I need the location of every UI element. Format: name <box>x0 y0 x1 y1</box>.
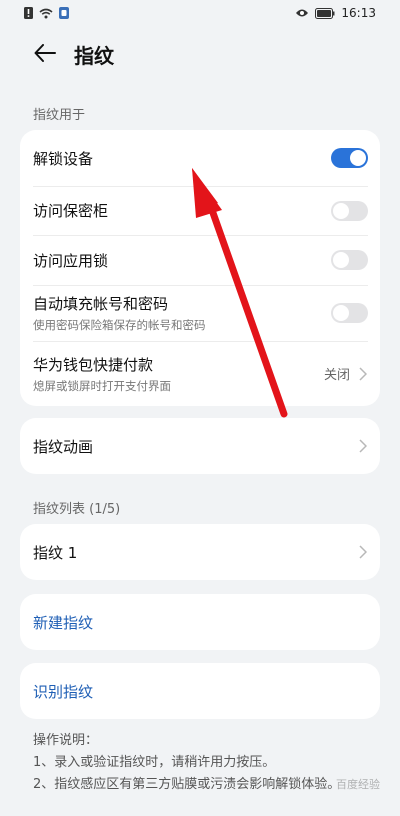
watermark: 百度经验 <box>336 778 380 791</box>
identify-fingerprint-card: 识别指纹 <box>20 663 380 719</box>
row-title: 访问应用锁 <box>33 251 109 270</box>
new-fingerprint-card: 新建指纹 <box>20 594 380 650</box>
row-text: 访问应用锁 <box>33 250 331 271</box>
instructions: 操作说明： 1、录入或验证指纹时，请稍许用力按压。 2、指纹感应区有第三方贴膜或… <box>33 730 383 796</box>
row-text: 华为钱包快捷付款 熄屏或锁屏时打开支付界面 <box>33 354 324 394</box>
row-title: 访问保密柜 <box>33 202 109 220</box>
section-label-list: 指纹列表 (1/5) <box>33 502 121 517</box>
new-fingerprint-label: 新建指纹 <box>33 613 94 632</box>
row-fingerprint-1[interactable]: 指纹 1 <box>20 524 380 580</box>
back-button[interactable] <box>30 38 60 68</box>
page-title: 指纹 <box>74 44 114 68</box>
row-title: 自动填充帐号和密码 <box>33 295 169 313</box>
row-text: 访问保密柜 <box>33 200 331 221</box>
status-time: 16:13 <box>341 6 376 20</box>
new-fingerprint-button[interactable]: 新建指纹 <box>20 594 380 650</box>
row-text: 指纹 1 <box>33 542 358 563</box>
toggle-knob <box>333 252 349 268</box>
instructions-heading: 操作说明： <box>33 733 99 748</box>
row-access-safe[interactable]: 访问保密柜 <box>20 186 380 235</box>
row-autofill[interactable]: 自动填充帐号和密码 使用密码保险箱保存的帐号和密码 <box>20 285 380 341</box>
battery-icon <box>315 7 335 19</box>
row-title: 指纹动画 <box>33 437 94 456</box>
instructions-line-2: 2、指纹感应区有第三方贴膜或污渍会影响解锁体验。 <box>33 777 341 792</box>
fingerprint-animation-card: 指纹动画 <box>20 418 380 474</box>
row-title: 指纹 1 <box>33 543 78 562</box>
status-bar: 16:13 <box>0 0 400 26</box>
toggle-knob <box>333 202 349 219</box>
alert-icon <box>24 7 33 19</box>
autofill-toggle[interactable] <box>331 303 368 323</box>
back-arrow-icon <box>34 44 56 62</box>
status-bar-left <box>24 7 69 19</box>
row-title: 华为钱包快捷付款 <box>33 355 154 374</box>
identify-fingerprint-button[interactable]: 识别指纹 <box>20 663 380 719</box>
sim-icon <box>59 7 69 19</box>
wifi-icon <box>39 8 53 19</box>
access-app-lock-toggle[interactable] <box>331 250 368 270</box>
row-text: 解锁设备 <box>33 148 331 169</box>
row-title: 解锁设备 <box>33 149 94 168</box>
row-unlock-device[interactable]: 解锁设备 <box>20 130 380 186</box>
section-label-use: 指纹用于 <box>33 108 86 123</box>
chevron-right-icon <box>358 438 368 454</box>
row-text: 自动填充帐号和密码 使用密码保险箱保存的帐号和密码 <box>33 293 331 333</box>
row-fingerprint-animation[interactable]: 指纹动画 <box>20 418 380 474</box>
fingerprint-list-card: 指纹 1 <box>20 524 380 580</box>
row-subtitle: 使用密码保险箱保存的帐号和密码 <box>33 318 206 332</box>
access-safe-toggle[interactable] <box>331 200 368 221</box>
toggle-knob <box>333 305 349 321</box>
toggle-knob <box>350 150 366 166</box>
wallet-value: 关闭 <box>323 368 350 383</box>
row-subtitle: 熄屏或锁屏时打开支付界面 <box>33 378 171 393</box>
status-bar-right: 16:13 <box>295 6 376 20</box>
row-access-app-lock[interactable]: 访问应用锁 <box>20 235 380 285</box>
row-huawei-wallet[interactable]: 华为钱包快捷付款 熄屏或锁屏时打开支付界面 关闭 <box>20 341 380 406</box>
header: 指纹 <box>0 34 400 74</box>
instructions-line-1: 1、录入或验证指纹时，请稍许用力按压。 <box>33 755 276 770</box>
unlock-device-toggle[interactable] <box>331 148 368 168</box>
fingerprint-usage-card: 解锁设备 访问保密柜 访问应用锁 自动填充帐号和密码 使用密码保险箱保存的帐号和… <box>20 130 380 406</box>
eye-icon <box>295 8 309 18</box>
chevron-right-icon <box>358 544 368 560</box>
identify-fingerprint-label: 识别指纹 <box>33 682 94 701</box>
row-text: 指纹动画 <box>33 436 358 457</box>
chevron-right-icon <box>358 366 368 382</box>
